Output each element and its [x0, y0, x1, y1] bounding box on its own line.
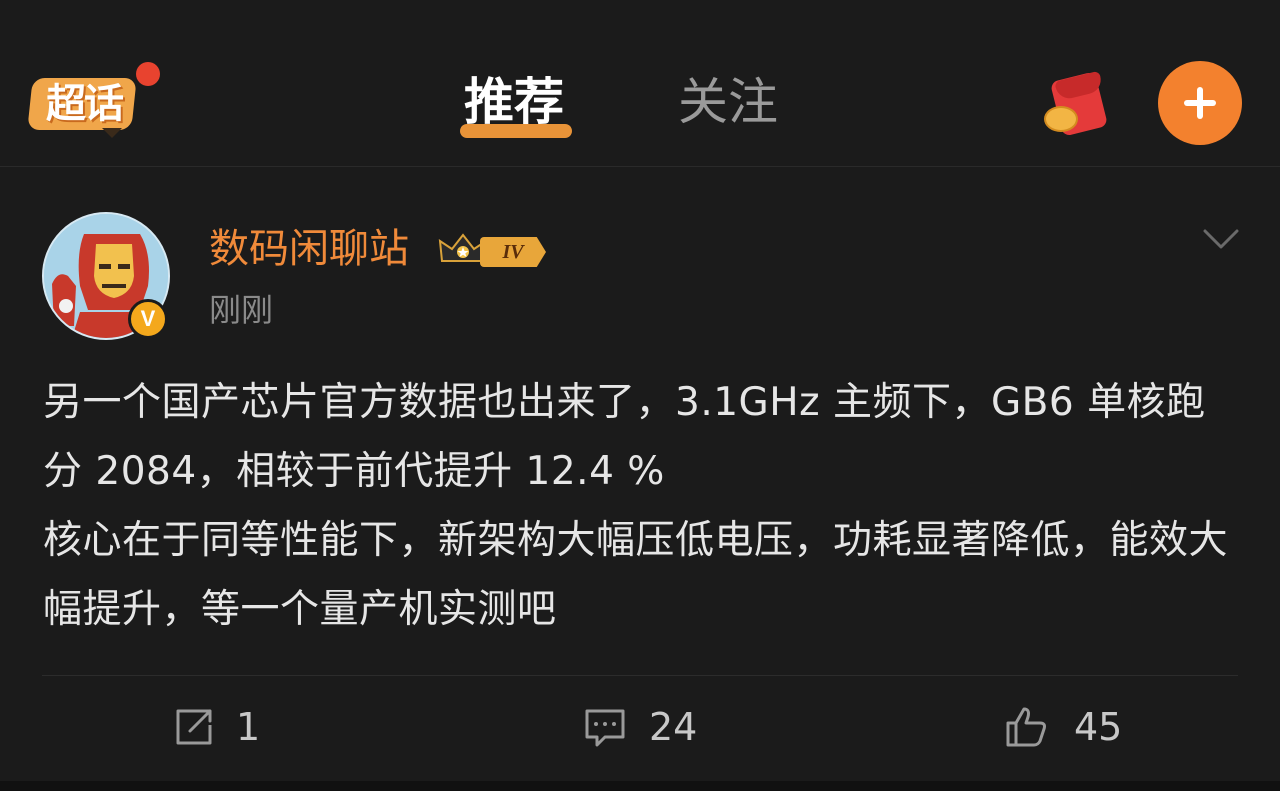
tab-follow[interactable]: 关注	[678, 70, 778, 134]
notification-dot	[136, 62, 160, 86]
logo-text: 超话	[46, 81, 124, 127]
plus-icon-vertical	[1197, 87, 1203, 119]
red-packet-icon[interactable]	[1038, 70, 1110, 137]
author-name[interactable]: 数码闲聊站	[209, 219, 409, 279]
comment-count: 24	[649, 705, 698, 749]
top-navigation-bar: 超话 推荐 关注	[0, 0, 1280, 167]
compose-plus-button[interactable]	[1158, 61, 1242, 145]
app-screen: 超话 推荐 关注 V 数码闲聊站 IV 刚刚 另一个国产芯片官方数据也出来了，3…	[0, 0, 1280, 791]
thumbs-up-icon	[1006, 707, 1046, 747]
coin-icon	[1044, 106, 1078, 132]
supertopic-logo-button[interactable]: 超话	[27, 62, 160, 138]
like-count: 45	[1074, 705, 1123, 749]
repost-count: 1	[236, 705, 261, 749]
chevron-down-icon[interactable]	[1203, 227, 1239, 251]
level-label: IV	[480, 237, 546, 267]
post-content: 另一个国产芯片官方数据也出来了，3.1GHz 主频下，GB6 单核跑分 2084…	[43, 380, 1229, 632]
feed-post-card: V 数码闲聊站 IV 刚刚 另一个国产芯片官方数据也出来了，3.1GHz 主频下…	[0, 167, 1280, 777]
verified-badge: V	[128, 299, 168, 339]
tab-recommend[interactable]: 推荐	[464, 70, 564, 134]
level-badge[interactable]: IV	[438, 227, 558, 271]
next-card-edge	[0, 781, 1280, 791]
divider	[42, 675, 1238, 676]
comment-icon	[585, 709, 625, 747]
post-timestamp: 刚刚	[209, 291, 274, 329]
post-action-bar: 1 24 45	[0, 687, 1280, 767]
share-icon	[176, 709, 212, 745]
